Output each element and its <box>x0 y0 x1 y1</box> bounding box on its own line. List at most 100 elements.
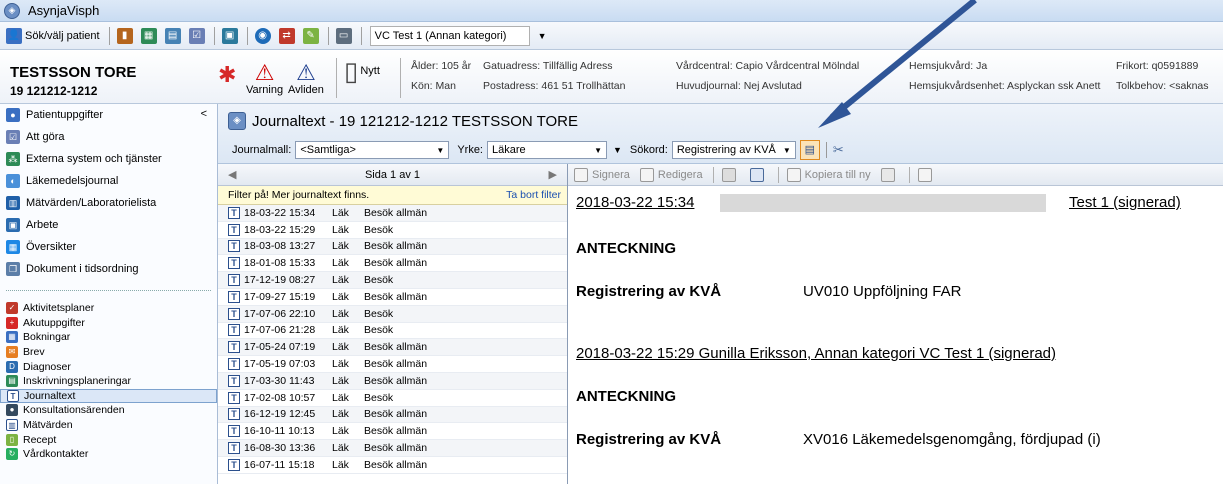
notes-button[interactable]: ✎ <box>300 25 322 47</box>
next-page-button[interactable]: ▶ <box>549 168 557 181</box>
sidebar-item-label: Mätvärden <box>23 419 73 432</box>
grid-button[interactable]: ▤ <box>162 25 184 47</box>
table-row[interactable]: T 17-05-24 07:19 Läk Besök allmän <box>218 339 567 357</box>
copy-to-new-button[interactable]: Kopiera till ny <box>786 167 871 182</box>
table-row[interactable]: T 17-02-08 10:57 Läk Besök <box>218 390 567 407</box>
sidebar-item-externa-system[interactable]: ⁂ Externa system och tjänster <box>0 148 217 170</box>
row-date: 17-07-06 22:10 <box>244 307 316 320</box>
collapse-sidebar-icon[interactable]: < <box>201 108 207 120</box>
patient-age: Ålder: 105 år <box>411 60 472 72</box>
sign-button[interactable]: Signera <box>574 167 630 182</box>
computer-button[interactable]: ▭ <box>333 25 355 47</box>
patient-id: 19 121212-1212 <box>10 84 98 98</box>
sidebar-item-inskrivningsplaneringar[interactable]: ▤ Inskrivningsplaneringar <box>0 374 217 389</box>
row-profession: Läk <box>332 442 349 455</box>
deceased-button[interactable]: ⚠ Avliden <box>288 62 324 97</box>
search-filter-button[interactable]: ▤ <box>799 140 820 160</box>
profession-select-value: Läkare <box>492 144 526 156</box>
sidebar-item-arbete[interactable]: ▣ Arbete <box>0 214 217 236</box>
sidebar-item-vardkontakter[interactable]: ↻ Vårdkontakter <box>0 447 217 462</box>
toolbar-separator <box>213 26 215 45</box>
sidebar-item-lakemedelsjournal[interactable]: ◐ Läkemedelsjournal <box>0 170 217 192</box>
image-button[interactable]: ▣ <box>219 25 241 47</box>
row-date: 17-07-06 21:28 <box>244 324 316 337</box>
search-select[interactable]: Registrering av KVÅ ▼ <box>671 141 796 159</box>
table-row[interactable]: T 18-03-22 15:29 Läk Besök <box>218 222 567 239</box>
unit-dropdown-icon[interactable]: ▼ <box>538 31 547 41</box>
sidebar-item-matvarden[interactable]: ▥ Mätvärden <box>0 418 217 433</box>
patient-bar: TESTSSON TORE 19 121212-1212 ✱ ⚠ Varning… <box>0 50 1223 104</box>
medical-alert-icon: ✱ <box>218 62 237 87</box>
filter-separator <box>825 142 827 158</box>
edit-button[interactable]: Redigera <box>639 167 703 182</box>
globe-button[interactable]: ◉ <box>252 25 274 47</box>
sidebar-item-label: Brev <box>23 346 45 359</box>
sidebar-item-brev[interactable]: ✉ Brev <box>0 345 217 360</box>
table-row[interactable]: T 16-08-30 13:36 Läk Besök allmän <box>218 440 567 457</box>
sidebar-item-dokument[interactable]: ❐ Dokument i tidsordning <box>0 258 217 280</box>
row-type: Besök allmän <box>364 257 428 270</box>
row-date: 16-07-11 15:18 <box>244 458 315 471</box>
sidebar: < ● Patientuppgifter ☑ Att göra ⁂ Extern… <box>0 104 218 484</box>
pager-text: Sida 1 av 1 <box>364 168 421 181</box>
note-1-reg-label: Registrering av KVÅ <box>576 283 722 300</box>
sidebar-item-patientuppgifter[interactable]: ● Patientuppgifter <box>0 104 217 126</box>
sidebar-item-label: Patientuppgifter <box>26 109 104 121</box>
prev-page-button[interactable]: ◀ <box>228 168 236 181</box>
medical-alert-button[interactable]: ✱ <box>218 64 236 86</box>
template-select[interactable]: <Samtliga> ▼ <box>295 141 450 159</box>
sidebar-item-diagnoser[interactable]: D Diagnoser <box>0 359 217 374</box>
sidebar-item-matvarden-lab[interactable]: ▥ Mätvärden/Laboratorielista <box>0 192 217 214</box>
unit-select-value: VC Test 1 (Annan kategori) <box>374 29 507 42</box>
info-button[interactable] <box>917 167 936 182</box>
table-row[interactable]: T 17-07-06 21:28 Läk Besök <box>218 323 567 340</box>
table-row[interactable]: T 18-03-08 13:27 Läk Besök allmän <box>218 238 567 256</box>
sidebar-item-akutuppgifter[interactable]: + Akutuppgifter <box>0 316 217 331</box>
sidebar-item-oversikter[interactable]: ▦ Översikter <box>0 236 217 258</box>
sidebar-item-aktivitetsplaner[interactable]: ✓ Aktivitetsplaner <box>0 301 217 316</box>
row-date: 17-03-30 11:43 <box>244 374 315 387</box>
pager: ◀ Sida 1 av 1 ▶ <box>218 164 567 186</box>
tools-button[interactable]: ✂ <box>833 142 844 158</box>
table-row[interactable]: T 18-01-08 15:33 Läk Besök allmän <box>218 255 567 273</box>
table-row[interactable]: T 17-05-19 07:03 Läk Besök allmän <box>218 356 567 373</box>
sidebar-item-label: Dokument i tidsordning <box>26 263 139 275</box>
table-row[interactable]: T 17-03-30 11:43 Läk Besök allmän <box>218 372 567 390</box>
journal-text-icon: T <box>228 458 240 471</box>
new-button[interactable]: ▯ Nytt <box>344 58 380 84</box>
table-row[interactable]: T 17-07-06 22:10 Läk Besök <box>218 305 567 323</box>
profession-select[interactable]: Läkare ▼ <box>487 141 607 159</box>
warning-button[interactable]: ⚠ Varning <box>246 62 283 97</box>
monitor-button[interactable]: ▦ <box>138 25 160 47</box>
unit-select[interactable]: VC Test 1 (Annan kategori) <box>369 25 530 46</box>
row-profession: Läk <box>332 374 349 387</box>
sidebar-item-att-gora[interactable]: ☑ Att göra <box>0 126 217 148</box>
prescription-icon: ▯ <box>6 433 18 446</box>
profession-dropdown-icon[interactable]: ▼ <box>613 145 622 155</box>
sidebar-item-konsultationsarenden[interactable]: ● Konsultationsärenden <box>0 403 217 418</box>
table-row[interactable]: T 17-12-19 08:27 Läk Besök <box>218 272 567 289</box>
search-patient-button[interactable]: 👤 Sök/välj patient <box>3 25 103 47</box>
table-row[interactable]: T 16-07-11 15:18 Läk Besök allmän <box>218 457 567 474</box>
remove-filter-link[interactable]: Ta bort filter <box>506 189 561 201</box>
row-type: Besök allmän <box>364 425 428 438</box>
preview-button[interactable] <box>749 167 768 182</box>
attach-button[interactable] <box>880 167 899 182</box>
sidebar-item-label: Externa system och tjänster <box>26 153 162 165</box>
table-row[interactable]: T 16-12-19 12:45 Läk Besök allmän <box>218 406 567 424</box>
transfer-button[interactable]: ⇄ <box>276 25 298 47</box>
sidebar-item-recept[interactable]: ▯ Recept <box>0 432 217 447</box>
patient-street: Gatuadress: Tillfällig Adress <box>483 60 613 72</box>
print-button[interactable] <box>721 167 740 182</box>
row-type: Besök allmän <box>364 341 428 354</box>
sidebar-item-label: Diagnoser <box>23 360 71 373</box>
sidebar-item-journaltext[interactable]: T Journaltext <box>0 388 217 404</box>
table-row[interactable]: T 17-09-27 15:19 Läk Besök allmän <box>218 289 567 306</box>
table-row[interactable]: T 16-10-11 10:13 Läk Besök allmän <box>218 423 567 441</box>
sidebar-item-label: Konsultationsärenden <box>23 404 125 417</box>
row-type: Besök <box>364 391 394 404</box>
table-row[interactable]: T 18-03-22 15:34 Läk Besök allmän <box>218 205 567 222</box>
book-button[interactable]: ▮ <box>114 25 136 47</box>
sidebar-item-bokningar[interactable]: ▦ Bokningar <box>0 330 217 345</box>
checklist-button[interactable]: ☑ <box>186 25 208 47</box>
